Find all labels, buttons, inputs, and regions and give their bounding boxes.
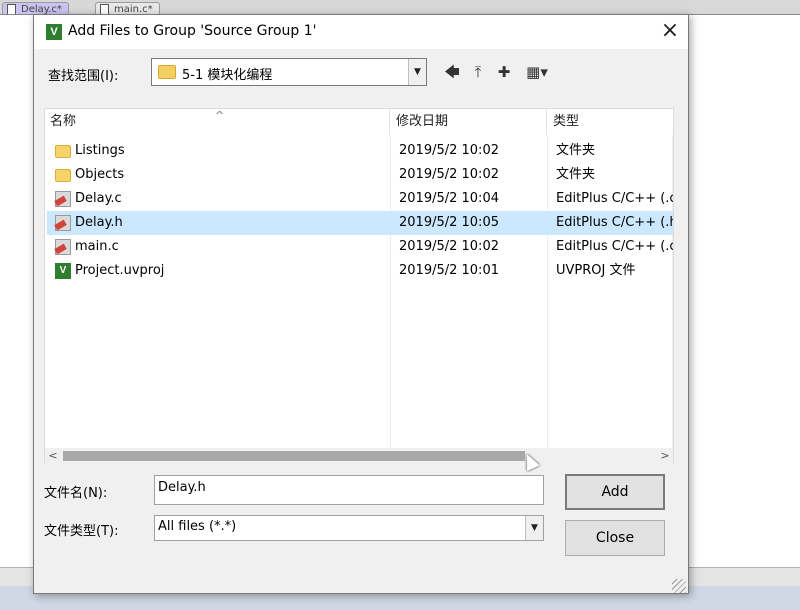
file-type-cell: 文件夹 [556, 143, 596, 158]
view-menu-icon[interactable]: ▦▾ [520, 61, 554, 83]
file-row[interactable]: main.c 2019/5/2 10:02 EditPlus C/C++ (.c [47, 235, 673, 259]
file-date-cell: 2019/5/2 10:02 [399, 143, 499, 158]
file-name-cell: Project.uvproj [75, 263, 165, 278]
back-arrow-icon[interactable]: 🡄 [441, 61, 463, 83]
file-type-cell: UVPROJ 文件 [556, 263, 636, 278]
file-name-cell: Delay.c [75, 191, 122, 206]
dialog-titlebar: V Add Files to Group 'Source Group 1' × [34, 15, 688, 49]
file-name-input[interactable]: Delay.h [154, 475, 544, 505]
editor-tab-bar: Delay.c* main.c* [0, 0, 800, 16]
folder-icon [55, 169, 71, 182]
add-files-dialog: V Add Files to Group 'Source Group 1' × … [33, 14, 689, 594]
editplus-file-icon [55, 191, 71, 207]
editplus-file-icon [55, 239, 71, 255]
file-date-cell: 2019/5/2 10:04 [399, 191, 499, 206]
close-button[interactable]: Close [565, 520, 665, 556]
file-row[interactable]: Listings 2019/5/2 10:02 文件夹 [47, 139, 673, 163]
editplus-file-icon [55, 215, 71, 231]
file-date-cell: 2019/5/2 10:02 [399, 239, 499, 254]
file-date-cell: 2019/5/2 10:01 [399, 263, 499, 278]
scroll-left-icon[interactable]: < [45, 448, 61, 464]
file-name-label: 文件名(N): [44, 486, 108, 501]
look-in-dropdown[interactable]: 5-1 模块化编程 ▼ [151, 58, 427, 86]
sort-arrow-icon: ^ [215, 109, 225, 122]
file-row[interactable]: Objects 2019/5/2 10:02 文件夹 [47, 163, 673, 187]
scrollbar-thumb[interactable] [63, 451, 525, 461]
keil-app-icon: V [46, 24, 62, 40]
file-type-cell: EditPlus C/C++ (.c [556, 239, 673, 254]
file-name-cell: Objects [75, 167, 125, 182]
file-row[interactable]: Delay.c 2019/5/2 10:04 EditPlus C/C++ (.c [47, 187, 673, 211]
file-type-cell: 文件夹 [556, 167, 596, 182]
file-date-cell: 2019/5/2 10:05 [399, 215, 499, 230]
close-icon[interactable]: × [654, 19, 686, 45]
folder-icon [158, 65, 176, 79]
file-name-cell: main.c [75, 239, 119, 254]
column-header-type[interactable]: 类型 [548, 109, 673, 135]
chevron-down-icon[interactable]: ▼ [525, 516, 543, 540]
look-in-label: 查找范围(I): [48, 69, 119, 84]
chevron-down-icon[interactable]: ▼ [408, 59, 426, 85]
scroll-right-icon[interactable]: > [657, 448, 673, 464]
file-type-cell: EditPlus C/C++ (.c [556, 191, 673, 206]
file-name-cell: Listings [75, 143, 125, 158]
file-type-cell: EditPlus C/C++ (.h [556, 215, 673, 230]
file-name-cell: Delay.h [75, 215, 123, 230]
file-name-value: Delay.h [158, 480, 206, 495]
file-date-cell: 2019/5/2 10:02 [399, 167, 499, 182]
look-in-value: 5-1 模块化编程 [182, 68, 273, 83]
file-list[interactable]: 名称 ^ 修改日期 类型 Listings 2019/5/2 10:02 文件夹 Ob… [44, 108, 674, 464]
file-type-dropdown[interactable]: All files (*.*) ▼ [154, 515, 544, 541]
file-type-value: All files (*.*) [158, 519, 237, 534]
horizontal-scrollbar[interactable]: < > [45, 448, 673, 464]
new-folder-icon[interactable]: ✚ [493, 61, 515, 83]
resize-grip[interactable] [672, 579, 686, 593]
up-folder-icon[interactable]: ⤒ [467, 61, 489, 83]
file-type-label: 文件类型(T): [44, 524, 119, 539]
file-row[interactable]: V Project.uvproj 2019/5/2 10:01 UVPROJ 文件 [47, 259, 673, 283]
uvproj-file-icon: V [55, 263, 71, 279]
file-row[interactable]: Delay.h 2019/5/2 10:05 EditPlus C/C++ (.h [47, 211, 673, 235]
folder-icon [55, 145, 71, 158]
dialog-title: Add Files to Group 'Source Group 1' [68, 23, 317, 39]
column-header-date[interactable]: 修改日期 [391, 109, 547, 135]
add-button[interactable]: Add [565, 474, 665, 510]
